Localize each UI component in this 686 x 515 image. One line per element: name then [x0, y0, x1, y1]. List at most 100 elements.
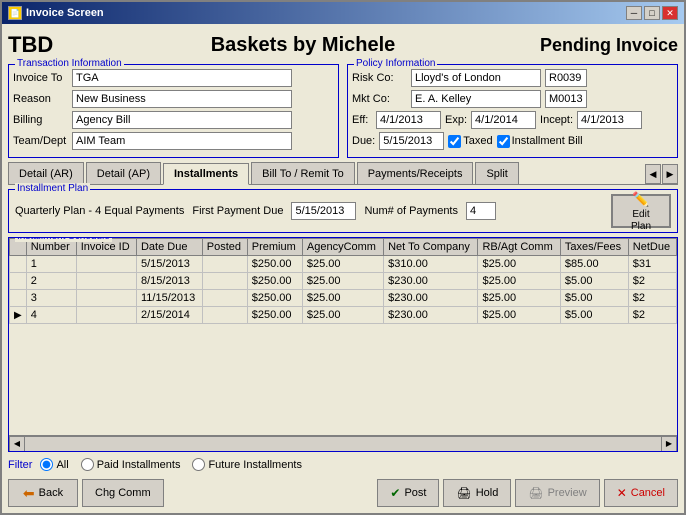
- back-button[interactable]: ⬅ Back: [8, 479, 78, 507]
- table-row[interactable]: 2 8/15/2013 $250.00 $25.00 $230.00 $25.0…: [10, 273, 677, 290]
- post-button[interactable]: ✔ Post: [377, 479, 439, 507]
- filter-all-option[interactable]: All: [40, 458, 68, 471]
- incept-input[interactable]: [577, 111, 642, 129]
- reason-input[interactable]: [72, 90, 292, 108]
- num-payments-label: Num# of Payments: [364, 205, 458, 217]
- num-payments-input[interactable]: [466, 202, 496, 220]
- col-posted: Posted: [202, 239, 247, 256]
- filter-all-radio[interactable]: [40, 458, 53, 471]
- filter-paid-option[interactable]: Paid Installments: [81, 458, 181, 471]
- maximize-button[interactable]: □: [644, 6, 660, 20]
- first-payment-input[interactable]: [291, 202, 356, 220]
- window-title: Invoice Screen: [26, 7, 104, 19]
- cell-date-due: 8/15/2013: [136, 273, 202, 290]
- chg-comm-button[interactable]: Chg Comm: [82, 479, 164, 507]
- preview-button[interactable]: 🖨 Preview: [515, 479, 599, 507]
- hold-button[interactable]: 🖨 Hold: [443, 479, 511, 507]
- preview-label: Preview: [548, 487, 587, 499]
- cell-rb-comm: $25.00: [478, 256, 560, 273]
- title-bar-left: 📄 Invoice Screen: [8, 6, 104, 20]
- cell-net-company: $230.00: [384, 290, 478, 307]
- horizontal-scrollbar[interactable]: ◀ ▶: [9, 435, 677, 451]
- close-button[interactable]: ✕: [662, 6, 678, 20]
- cell-rb-comm: $25.00: [478, 290, 560, 307]
- eff-input[interactable]: [376, 111, 441, 129]
- tab-split[interactable]: Split: [475, 162, 518, 184]
- hold-icon: 🖨: [456, 486, 471, 500]
- taxed-checkbox[interactable]: [448, 135, 461, 148]
- cancel-button[interactable]: ✕ Cancel: [604, 479, 678, 507]
- invoice-to-input[interactable]: [72, 69, 292, 87]
- cell-net-company: $230.00: [384, 307, 478, 324]
- cell-net-company: $230.00: [384, 273, 478, 290]
- hscroll-right-button[interactable]: ▶: [661, 436, 677, 452]
- billing-label: Billing: [13, 114, 68, 126]
- tab-detail-ap[interactable]: Detail (AP): [86, 162, 161, 184]
- billing-input[interactable]: [72, 111, 292, 129]
- cell-invoice-id: [76, 307, 136, 324]
- installment-bill-checkbox[interactable]: [497, 135, 510, 148]
- taxed-checkbox-item: Taxed: [448, 135, 492, 148]
- cell-agency-comm: $25.00: [302, 256, 383, 273]
- cell-net-due: $2: [628, 273, 676, 290]
- cell-premium: $250.00: [247, 273, 302, 290]
- due-input[interactable]: [379, 132, 444, 150]
- plan-text: Quarterly Plan - 4 Equal Payments: [15, 205, 184, 217]
- tabs-row: Detail (AR) Detail (AP) Installments Bil…: [8, 162, 678, 185]
- cell-invoice-id: [76, 273, 136, 290]
- table-row[interactable]: 3 11/15/2013 $250.00 $25.00 $230.00 $25.…: [10, 290, 677, 307]
- tab-payments[interactable]: Payments/Receipts: [357, 162, 474, 184]
- cell-posted: [202, 290, 247, 307]
- cell-premium: $250.00: [247, 307, 302, 324]
- filter-paid-radio[interactable]: [81, 458, 94, 471]
- mkt-co-code-input[interactable]: [545, 90, 587, 108]
- edit-plan-button[interactable]: ✏️ Edit Plan: [611, 194, 671, 228]
- risk-co-code-input[interactable]: [545, 69, 587, 87]
- cell-number: 1: [26, 256, 76, 273]
- due-row: Due: Taxed Installment Bill: [352, 132, 673, 150]
- tab-installments[interactable]: Installments: [163, 163, 249, 185]
- schedule-table: Number Invoice ID Date Due Posted Premiu…: [9, 238, 677, 324]
- cell-date-due: 2/15/2014: [136, 307, 202, 324]
- transaction-info-label: Transaction Information: [15, 58, 124, 69]
- col-date-due: Date Due: [136, 239, 202, 256]
- cell-net-due: $2: [628, 290, 676, 307]
- table-row[interactable]: ▶ 4 2/15/2014 $250.00 $25.00 $230.00 $25…: [10, 307, 677, 324]
- hscroll-left-button[interactable]: ◀: [9, 436, 25, 452]
- filter-radio-group: All Paid Installments Future Installment…: [40, 458, 302, 471]
- mkt-co-row: Mkt Co:: [352, 90, 673, 108]
- edit-label: Edit: [632, 209, 649, 220]
- tab-next-button[interactable]: ▶: [662, 164, 678, 184]
- filter-future-radio[interactable]: [192, 458, 205, 471]
- col-net-company: Net To Company: [384, 239, 478, 256]
- risk-co-input[interactable]: [411, 69, 541, 87]
- reason-label: Reason: [13, 93, 68, 105]
- minimize-button[interactable]: ─: [626, 6, 642, 20]
- back-label: Back: [39, 487, 63, 499]
- filter-future-option[interactable]: Future Installments: [192, 458, 302, 471]
- exp-input[interactable]: [471, 111, 536, 129]
- cell-premium: $250.00: [247, 290, 302, 307]
- team-row: Team/Dept: [13, 132, 334, 150]
- mkt-co-input[interactable]: [411, 90, 541, 108]
- cell-date-due: 5/15/2013: [136, 256, 202, 273]
- back-arrow-icon: ⬅: [23, 485, 35, 502]
- cell-posted: [202, 256, 247, 273]
- team-input[interactable]: [72, 132, 292, 150]
- schedule-label: Installment Schedule: [15, 237, 112, 242]
- hscroll-track[interactable]: [25, 436, 661, 452]
- filter-row: Filter All Paid Installments Future Inst…: [8, 454, 678, 473]
- invoice-to-label: Invoice To: [13, 72, 68, 84]
- table-row[interactable]: 1 5/15/2013 $250.00 $25.00 $310.00 $25.0…: [10, 256, 677, 273]
- due-label: Due:: [352, 135, 375, 147]
- row-indicator: ▶: [10, 307, 27, 324]
- first-payment-label: First Payment Due: [192, 205, 283, 217]
- cell-agency-comm: $25.00: [302, 290, 383, 307]
- cell-rb-comm: $25.00: [478, 273, 560, 290]
- schedule-table-wrapper[interactable]: Number Invoice ID Date Due Posted Premiu…: [9, 238, 677, 435]
- cell-invoice-id: [76, 290, 136, 307]
- tab-prev-button[interactable]: ◀: [645, 164, 661, 184]
- filter-label: Filter: [8, 459, 32, 471]
- tab-detail-ar[interactable]: Detail (AR): [8, 162, 84, 184]
- tab-bill-to[interactable]: Bill To / Remit To: [251, 162, 355, 184]
